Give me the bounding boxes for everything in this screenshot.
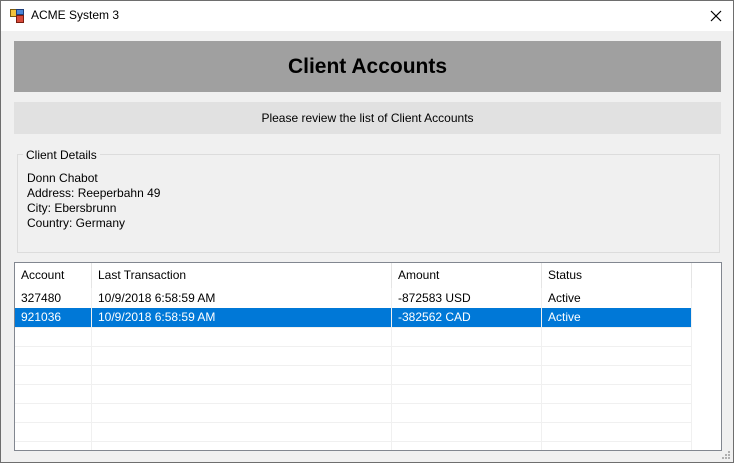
column-header-status[interactable]: Status [542,263,692,288]
close-button[interactable] [699,1,733,31]
table-row-selected[interactable]: 921036 10/9/2018 6:58:59 AM -382562 CAD … [15,308,692,327]
client-name: Donn Chabot [27,171,98,185]
client-details-legend: Client Details [23,148,100,162]
grid-line [691,288,692,450]
grid-line [15,422,692,423]
cell-status: Active [548,291,581,305]
grid-line [15,327,692,328]
cell-amount: -382562 CAD [398,310,471,324]
resize-grip-icon[interactable] [719,448,731,460]
grid-line [91,288,92,450]
grid-line [391,288,392,450]
accounts-list-view[interactable]: Account Last Transaction Amount Status 3… [14,262,722,451]
grid-line [541,288,542,450]
page-title: Client Accounts [287,54,448,78]
client-country: Country: Germany [27,216,126,230]
cell-last-transaction: 10/9/2018 6:58:59 AM [98,310,216,324]
cell-status: Active [548,310,581,324]
grid-line [15,403,692,404]
column-header-account[interactable]: Account [15,263,92,288]
instruction-text: Please review the list of Client Account… [261,111,474,125]
column-header-amount[interactable]: Amount [392,263,542,288]
grid-line [15,384,692,385]
instruction-banner: Please review the list of Client Account… [14,102,721,134]
column-header-last-transaction[interactable]: Last Transaction [92,263,392,288]
window-title: ACME System 3 [31,8,120,22]
header-banner: Client Accounts [14,41,721,92]
client-details-group [17,154,720,253]
client-address: Address: Reeperbahn 49 [27,186,161,200]
client-city: City: Ebersbrunn [27,201,117,215]
grid-line [15,346,692,347]
app-window: ACME System 3 Client Accounts Please rev… [0,0,734,463]
table-row[interactable]: 327480 10/9/2018 6:58:59 AM -872583 USD … [15,289,692,308]
app-window-icon [10,9,24,23]
cell-last-transaction: 10/9/2018 6:58:59 AM [98,291,216,305]
cell-account: 327480 [21,291,62,305]
close-icon [710,10,722,22]
cell-account: 921036 [21,310,62,324]
list-header: Account Last Transaction Amount Status [15,263,721,288]
grid-line [15,441,692,442]
cell-amount: -872583 USD [398,291,471,305]
grid-line [15,365,692,366]
title-bar[interactable]: ACME System 3 [1,1,733,31]
